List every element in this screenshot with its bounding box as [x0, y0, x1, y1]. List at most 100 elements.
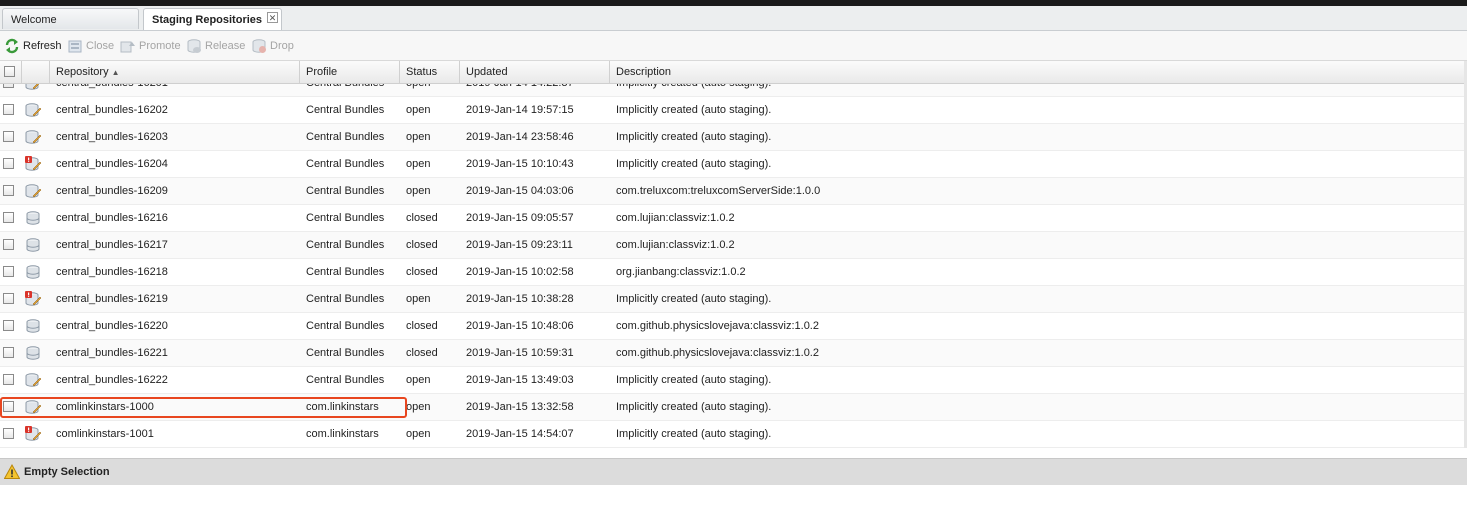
- profile-cell: Central Bundles: [306, 239, 385, 251]
- status-cell: open: [406, 131, 431, 143]
- table-row[interactable]: comlinkinstars-1000 com.linkinstars open 20…: [0, 394, 1464, 421]
- drop-label: Drop: [270, 40, 294, 52]
- repository-grid: central_bundles-16201 Central Bundles open…: [0, 84, 1464, 448]
- row-checkbox[interactable]: [3, 185, 14, 196]
- table-row[interactable]: central_bundles-16201 Central Bundles open…: [0, 84, 1464, 97]
- status-cell: closed: [406, 347, 438, 359]
- description-cell: com.treluxcom:treluxcomServerSide:1.0.0: [616, 185, 821, 197]
- column-header-updated[interactable]: Updated: [460, 61, 610, 83]
- row-checkbox[interactable]: [3, 131, 14, 142]
- open-repo-icon: [25, 372, 42, 388]
- column-header-repository[interactable]: Repository ▲: [50, 61, 300, 83]
- promote-icon: [120, 41, 135, 53]
- table-row[interactable]: comlinkinstars-1001 com.linkinstars open 20…: [0, 421, 1464, 448]
- release-label: Release: [205, 40, 246, 52]
- table-row[interactable]: central_bundles-16219 Central Bundles open…: [0, 286, 1464, 313]
- toolbar: Refresh Close Promote Release Drop: [0, 31, 1467, 61]
- select-all-cell: [0, 61, 22, 83]
- table-row[interactable]: central_bundles-16220 Central Bundles clos…: [0, 313, 1464, 340]
- description-cell: com.github.physicslovejava:classviz:1.0.…: [616, 347, 819, 359]
- status-cell: closed: [406, 212, 438, 224]
- updated-cell: 2019-Jan-15 09:23:11: [466, 239, 573, 251]
- table-row[interactable]: central_bundles-16209 Central Bundles open…: [0, 178, 1464, 205]
- open-repo-icon: [25, 84, 41, 91]
- row-checkbox[interactable]: [3, 428, 14, 439]
- description-cell: Implicitly created (auto staging).: [616, 131, 772, 143]
- row-checkbox[interactable]: [3, 239, 14, 250]
- updated-cell: 2019-Jan-15 09:05:57: [466, 212, 574, 224]
- table-row[interactable]: central_bundles-16203 Central Bundles open…: [0, 124, 1464, 151]
- profile-cell: Central Bundles: [306, 84, 398, 96]
- row-checkbox[interactable]: [3, 293, 14, 304]
- repository-cell: central_bundles-16218: [56, 266, 168, 278]
- status-cell: open: [406, 293, 431, 305]
- row-checkbox[interactable]: [3, 84, 14, 88]
- description-cell: Implicitly created (auto staging).: [616, 84, 1456, 96]
- status-cell: open: [406, 401, 431, 413]
- refresh-label: Refresh: [23, 40, 62, 52]
- description-cell: org.jianbang:classviz:1.0.2: [616, 266, 746, 278]
- select-all-checkbox[interactable]: [4, 66, 15, 77]
- status-cell: closed: [406, 239, 438, 251]
- row-checkbox[interactable]: [3, 347, 14, 358]
- description-cell: Implicitly created (auto staging).: [616, 401, 772, 413]
- description-cell: Implicitly created (auto staging).: [616, 374, 772, 386]
- status-cell: closed: [406, 320, 438, 332]
- status-cell: open: [406, 374, 431, 386]
- column-header-description[interactable]: Description: [610, 61, 1464, 83]
- column-label: Profile: [306, 66, 338, 78]
- profile-cell: com.linkinstars: [306, 428, 379, 440]
- table-row[interactable]: central_bundles-16221 Central Bundles clos…: [0, 340, 1464, 367]
- table-row[interactable]: central_bundles-16218 Central Bundles clos…: [0, 259, 1464, 286]
- closed-repo-icon: [25, 210, 41, 226]
- row-checkbox[interactable]: [3, 158, 14, 169]
- close-label: Close: [86, 40, 115, 52]
- sort-ascending-icon: ▲: [111, 68, 120, 77]
- close-tab-icon[interactable]: ✕: [267, 12, 278, 23]
- open-repo-icon: [25, 183, 42, 199]
- status-cell: open: [406, 185, 431, 197]
- tab-staging-repositories[interactable]: Staging Repositories ✕: [143, 8, 282, 30]
- table-row[interactable]: central_bundles-16202 Central Bundles open…: [0, 97, 1464, 124]
- column-header-status[interactable]: Status: [400, 61, 460, 83]
- repository-cell: central_bundles-16219: [56, 293, 168, 305]
- row-checkbox[interactable]: [3, 212, 14, 223]
- row-checkbox[interactable]: [3, 320, 14, 331]
- status-cell: open: [406, 84, 458, 96]
- open-repo-icon: [25, 102, 42, 118]
- status-cell: open: [406, 104, 431, 116]
- refresh-button[interactable]: Refresh: [4, 38, 62, 54]
- table-row[interactable]: central_bundles-16204 Central Bundles open…: [0, 151, 1464, 178]
- closed-repo-icon: [25, 345, 41, 361]
- profile-cell: Central Bundles: [306, 266, 385, 278]
- description-cell: com.lujian:classviz:1.0.2: [616, 212, 735, 224]
- status-cell: open: [406, 428, 431, 440]
- row-checkbox[interactable]: [3, 401, 14, 412]
- release-button[interactable]: Release: [186, 38, 245, 54]
- promote-label: Promote: [139, 40, 181, 52]
- row-checkbox[interactable]: [3, 374, 14, 385]
- table-row[interactable]: central_bundles-16217 Central Bundles clos…: [0, 232, 1464, 259]
- table-row[interactable]: central_bundles-16222 Central Bundles open…: [0, 367, 1464, 394]
- updated-cell: 2019-Jan-15 10:38:28: [466, 293, 574, 305]
- table-row[interactable]: central_bundles-16216 Central Bundles clos…: [0, 205, 1464, 232]
- profile-cell: Central Bundles: [306, 347, 385, 359]
- status-cell: closed: [406, 266, 438, 278]
- column-header-profile[interactable]: Profile: [300, 61, 400, 83]
- updated-cell: 2019-Jan-14 19:57:15: [466, 104, 574, 116]
- promote-button[interactable]: Promote: [120, 38, 181, 54]
- row-checkbox[interactable]: [3, 104, 14, 115]
- drop-button[interactable]: Drop: [251, 38, 294, 54]
- status-bar: Empty Selection: [0, 458, 1467, 485]
- close-repo-icon: [68, 40, 82, 53]
- column-label: Repository: [56, 66, 109, 78]
- profile-cell: Central Bundles: [306, 320, 385, 332]
- column-label: Description: [616, 66, 672, 78]
- row-checkbox[interactable]: [3, 266, 14, 277]
- repository-cell: comlinkinstars-1000: [56, 401, 154, 413]
- description-cell: Implicitly created (auto staging).: [616, 293, 772, 305]
- closed-repo-icon: [25, 237, 41, 253]
- closed-repo-icon: [25, 264, 41, 280]
- tab-welcome[interactable]: Welcome: [2, 8, 139, 29]
- close-button[interactable]: Close: [67, 38, 114, 54]
